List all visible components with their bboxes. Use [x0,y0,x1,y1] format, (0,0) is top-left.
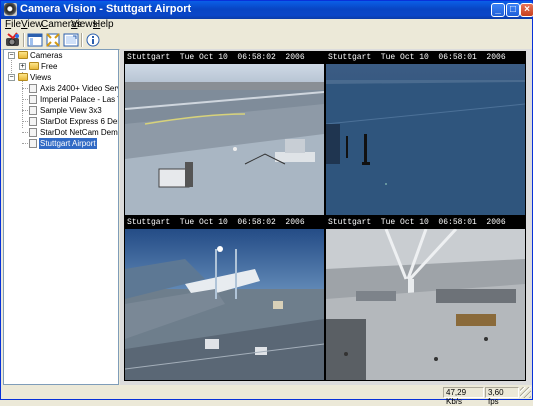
camera-image-4 [326,229,525,380]
view-icon [29,117,37,126]
folder-icon [18,51,28,59]
menu-view[interactable]: View [21,19,43,31]
folder-icon [29,62,39,70]
menu-help[interactable]: Help [93,19,114,31]
menu-file[interactable]: File [5,19,21,31]
camera-feed-2[interactable]: Stuttgart Tue Oct 10 06:58:01 2006 [326,52,525,215]
collapse-icon[interactable]: − [8,74,15,81]
app-window: Camera Vision - Stuttgart Airport _ □ × … [0,0,533,406]
view-label: Axis 2400+ Video Server [40,84,118,93]
view-icon [29,106,37,115]
window-title: Camera Vision - Stuttgart Airport [20,3,192,15]
view-label: StarDot Express 6 Demo [40,117,118,126]
bandwidth-readout: 47,29 Kb/s [443,387,484,406]
camera-timestamp: Stuttgart Tue Oct 10 06:58:01 2006 [328,53,506,62]
camera-timestamp: Stuttgart Tue Oct 10 06:58:02 2006 [127,53,305,62]
tree-label: Cameras [30,51,63,60]
view-label: Stuttgart Airport [39,138,97,149]
view-label: StarDot NetCam Demo [40,128,119,137]
close-button[interactable]: × [520,3,533,17]
camera-feed-4[interactable]: Stuttgart Tue Oct 10 06:58:01 2006 [326,217,525,380]
camera-app-icon[interactable] [4,3,17,16]
tree-line [22,143,28,144]
minimize-button[interactable]: _ [491,3,505,17]
capture-icon[interactable] [5,32,21,48]
camera-image-2 [326,64,525,215]
view-label: Sample View 3x3 [40,106,102,115]
maximize-button[interactable]: □ [506,3,520,17]
tree-line [22,88,28,89]
fps-readout: 3,60 fps [485,387,519,406]
tree-line [22,99,28,100]
menu-help-rest: elp [100,19,114,30]
tree-line [22,110,28,111]
resize-grip[interactable] [520,387,531,398]
folder-icon [18,73,28,81]
tree-label: Free [41,62,58,71]
camera-feed-1[interactable]: Stuttgart Tue Oct 10 06:58:02 2006 [125,52,324,215]
camera-grid: Stuttgart Tue Oct 10 06:58:02 2006 Stutt… [124,51,526,381]
view-icon [29,139,37,148]
tree-label: Views [30,73,52,82]
camera-feed-3[interactable]: Stuttgart Tue Oct 10 06:58:02 2006 [125,217,324,380]
expand-icon[interactable]: + [19,63,26,70]
view-icon [29,128,37,137]
camera-timestamp: Stuttgart Tue Oct 10 06:58:02 2006 [127,218,305,227]
menu-file-rest: ile [11,19,22,30]
camera-image-3 [125,229,324,380]
view-icon [29,84,37,93]
menu-bar: File View Cameras Views Help [1,19,532,31]
fit-icon[interactable] [45,32,61,48]
toolbar [1,31,532,50]
collapse-icon[interactable]: − [8,52,15,59]
status-bar: 47,29 Kb/s 3,60 fps [1,386,532,406]
title-bar[interactable]: Camera Vision - Stuttgart Airport _ □ × [1,1,533,19]
fullscreen-icon[interactable] [63,32,79,48]
tree-line [22,121,28,122]
info-icon[interactable] [85,32,101,48]
view-label: Imperial Palace - Las Vegas [40,95,118,104]
tree-line [22,132,28,133]
video-viewer: Stuttgart Tue Oct 10 06:58:02 2006 Stutt… [120,49,532,385]
camera-image-1 [125,64,324,215]
layout-single-icon[interactable] [27,32,43,48]
camera-tree[interactable]: − Cameras + Free − Views Axis 2400+ Vide… [3,49,119,385]
toolbar-separator [23,33,25,47]
view-icon [29,95,37,104]
camera-timestamp: Stuttgart Tue Oct 10 06:58:01 2006 [328,218,506,227]
toolbar-separator [81,33,83,47]
